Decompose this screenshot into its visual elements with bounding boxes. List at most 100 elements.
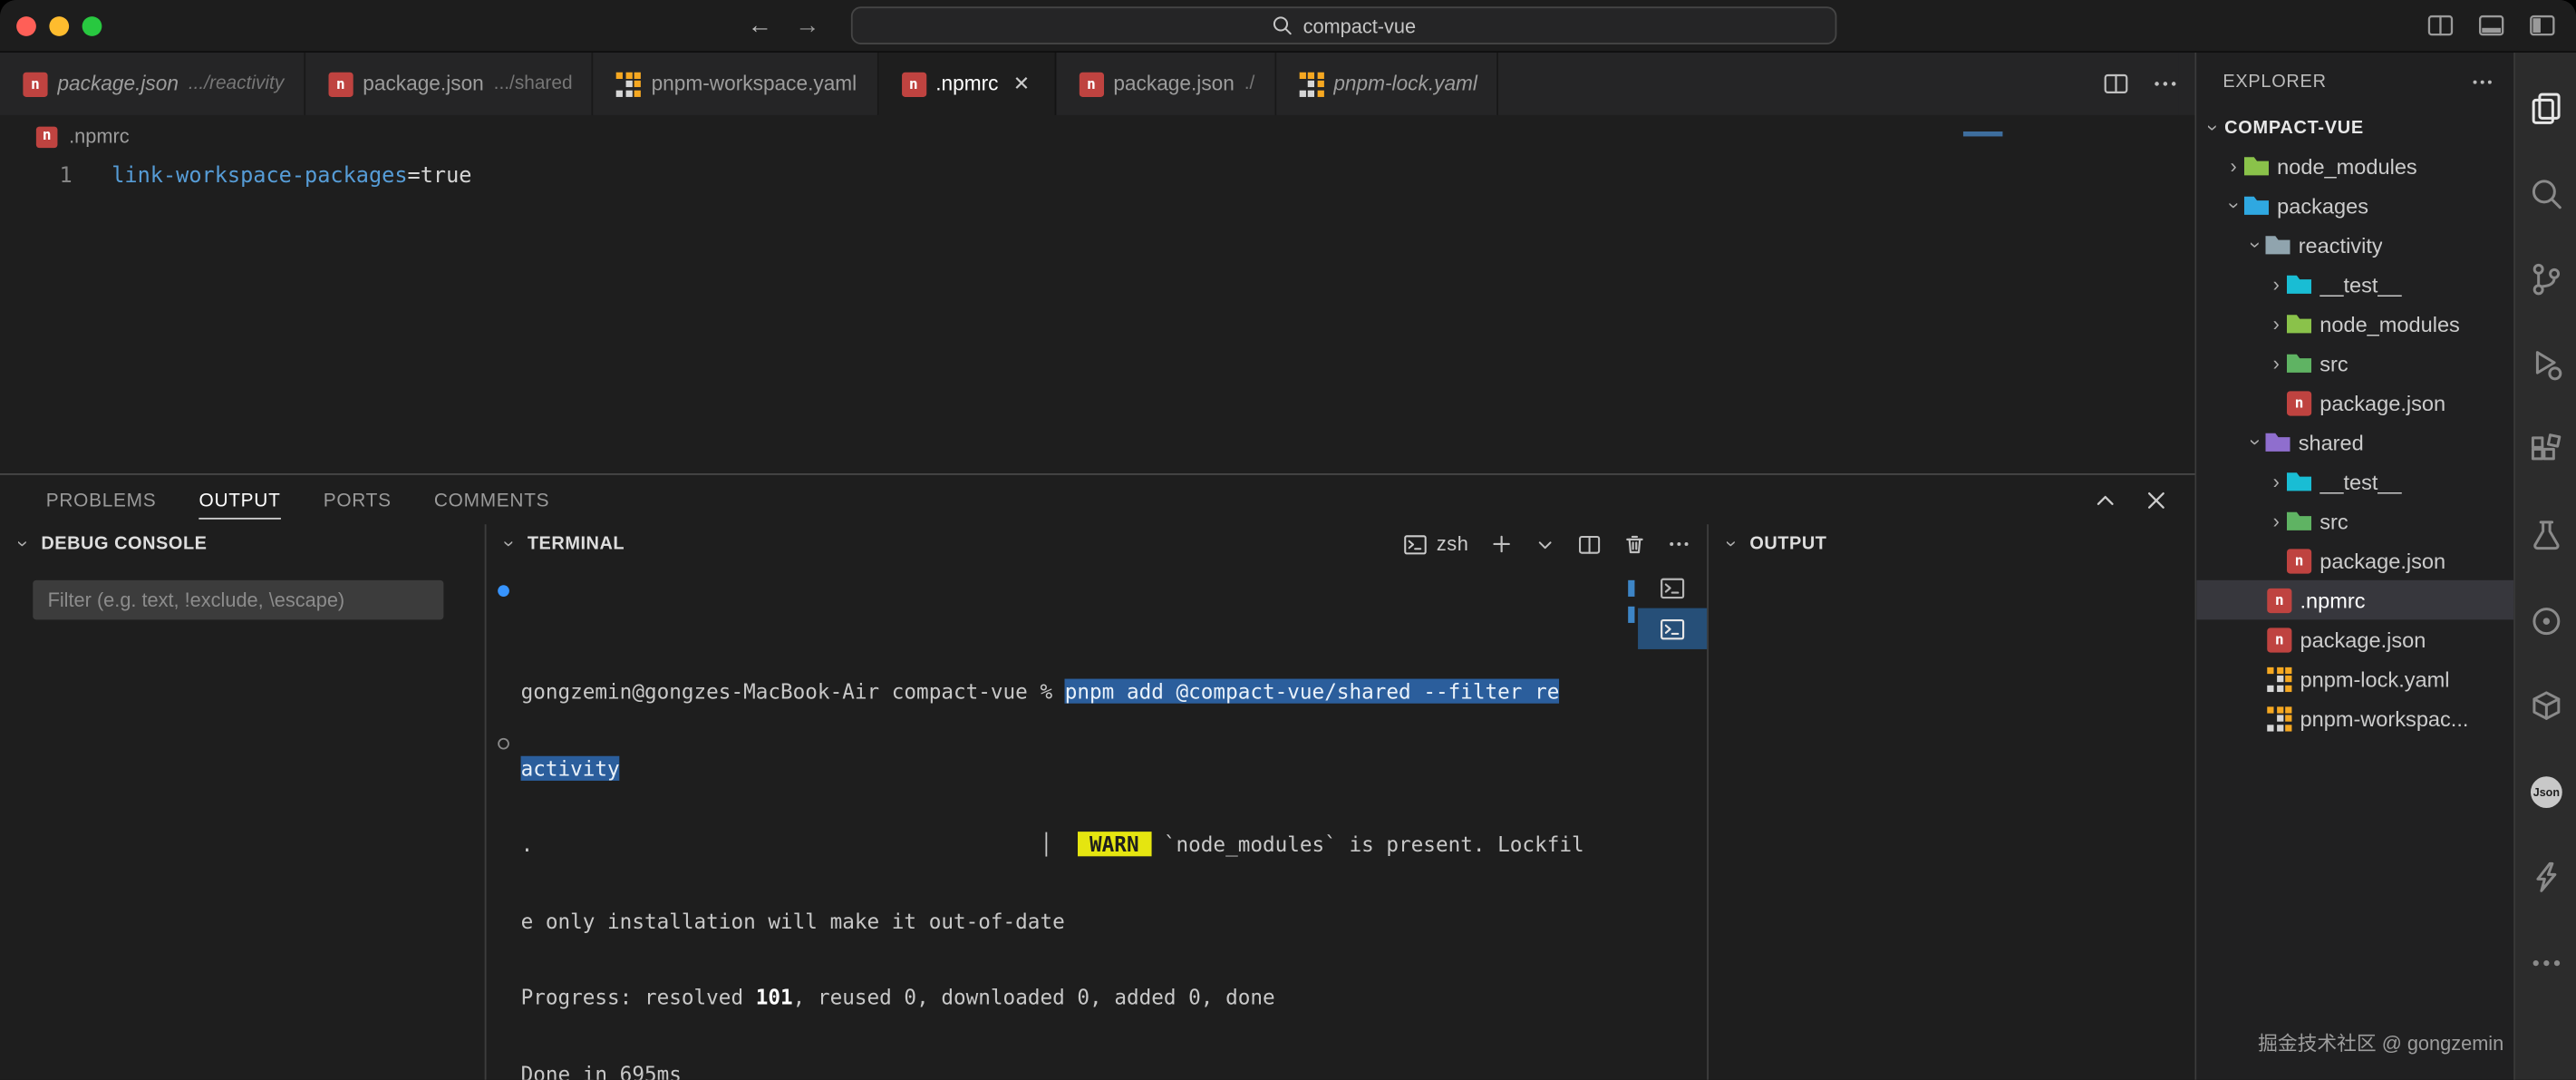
- watermark-credit: 掘金技术社区 @ gongzemin: [2258, 1029, 2503, 1057]
- terminal-tabs-list: [1638, 564, 1707, 1080]
- close-window-button[interactable]: [16, 15, 36, 35]
- terminal-output[interactable]: gongzemin@gongzes-MacBook-Air compact-vu…: [487, 564, 1625, 1080]
- sidebar-title: EXPLORER: [2223, 72, 2326, 92]
- debug-filter-input[interactable]: [33, 580, 443, 620]
- editor-tab[interactable]: pnpm-lock.yaml: [1276, 53, 1499, 115]
- split-editor-icon[interactable]: [2103, 71, 2129, 97]
- tree-item-label: src: [2319, 509, 2348, 533]
- file-or-folder-icon: [2287, 311, 2311, 336]
- tree-item-label: packages: [2277, 193, 2368, 218]
- tree-item-label: pnpm-lock.yaml: [2300, 666, 2450, 691]
- line-number: 1: [0, 164, 73, 189]
- ini-value-token: true: [421, 164, 472, 189]
- thunder-client-icon[interactable]: [2515, 835, 2576, 920]
- terminal-line: Done in 695ms: [521, 1061, 1625, 1080]
- panel-tab[interactable]: COMMENTS: [434, 481, 549, 519]
- editor-tab[interactable]: package.json ./: [1056, 53, 1276, 115]
- titlebar: ← → compact-vue: [0, 0, 2576, 53]
- layout-columns-icon[interactable]: [2426, 12, 2455, 40]
- file-or-folder-icon: [2265, 430, 2290, 454]
- editor-tab[interactable]: package.json .../shared: [305, 53, 594, 115]
- file-or-folder-icon: [2287, 351, 2311, 375]
- tree-item[interactable]: package.json: [2196, 383, 2513, 423]
- kill-terminal-trash-icon[interactable]: [1623, 532, 1646, 555]
- terminal-pane: TERMINAL zsh: [485, 524, 1708, 1080]
- remote-explorer-icon[interactable]: [2515, 579, 2576, 664]
- tree-item[interactable]: __test__: [2196, 265, 2513, 305]
- tree-item[interactable]: node_modules: [2196, 146, 2513, 186]
- tree-item-label: node_modules: [2319, 311, 2460, 336]
- output-header[interactable]: OUTPUT: [1709, 524, 2195, 564]
- editor-tab[interactable]: .npmrc: [878, 53, 1056, 115]
- toggle-panel-icon[interactable]: [2477, 12, 2505, 40]
- tree-item[interactable]: shared: [2196, 423, 2513, 462]
- json-extension-icon[interactable]: Json: [2515, 750, 2576, 835]
- terminal-instance-tab[interactable]: [1638, 567, 1707, 608]
- new-terminal-icon[interactable]: [1490, 532, 1513, 555]
- tree-item[interactable]: package.json: [2196, 540, 2513, 580]
- file-or-folder-icon: [2267, 705, 2291, 730]
- file-or-folder-icon: [2287, 469, 2311, 493]
- split-terminal-icon[interactable]: [1577, 531, 1602, 556]
- run-and-debug-icon[interactable]: [2515, 322, 2576, 407]
- maximize-window-button[interactable]: [82, 15, 102, 35]
- testing-beaker-icon[interactable]: [2515, 493, 2576, 579]
- explorer-more-actions-icon[interactable]: [2471, 70, 2494, 92]
- minimize-window-button[interactable]: [49, 15, 69, 35]
- tree-item[interactable]: pnpm-workspac...: [2196, 698, 2513, 738]
- terminal-line: gongzemin@gongzes-MacBook-Air compact-vu…: [521, 679, 1625, 705]
- workspace-section-header[interactable]: COMPACT-VUE: [2196, 110, 2513, 146]
- panel-tab[interactable]: PORTS: [324, 481, 392, 519]
- package-box-icon[interactable]: [2515, 664, 2576, 749]
- file-or-folder-icon: [2287, 509, 2311, 533]
- debug-console-header[interactable]: DEBUG CONSOLE: [0, 524, 485, 564]
- close-panel-icon[interactable]: [2144, 487, 2168, 511]
- activity-more-icon[interactable]: [2515, 920, 2576, 1006]
- file-or-folder-icon: [2267, 666, 2291, 691]
- tree-item-label: __test__: [2319, 469, 2401, 493]
- tree-item[interactable]: __test__: [2196, 462, 2513, 501]
- more-actions-icon[interactable]: [2152, 71, 2178, 97]
- tab-close-icon[interactable]: [1008, 71, 1034, 97]
- terminal-line: Progress: resolved 101, reused 0, downlo…: [521, 985, 1625, 1010]
- file-or-folder-icon: [2244, 193, 2269, 218]
- tree-chevron-icon: [2244, 431, 2266, 453]
- tree-item-label: reactivity: [2299, 232, 2383, 257]
- chevron-down-icon: [2203, 117, 2225, 140]
- navigate-forward-icon[interactable]: →: [795, 12, 819, 40]
- tree-item[interactable]: reactivity: [2196, 225, 2513, 265]
- toggle-sidebar-icon[interactable]: [2528, 12, 2556, 40]
- editor-tab[interactable]: pnpm-workspace.yaml: [594, 53, 878, 115]
- tree-item[interactable]: .npmrc: [2196, 580, 2513, 620]
- editor-content[interactable]: 1 link-workspace-packages=true: [0, 158, 2195, 473]
- warn-badge: WARN: [1077, 832, 1151, 856]
- terminal-header[interactable]: TERMINAL zsh: [487, 524, 1708, 564]
- tree-item[interactable]: src: [2196, 501, 2513, 541]
- shell-selector[interactable]: zsh: [1404, 531, 1469, 556]
- tree-item[interactable]: node_modules: [2196, 304, 2513, 344]
- editor-tab[interactable]: package.json .../reactivity: [0, 53, 305, 115]
- terminal-more-actions-icon[interactable]: [1668, 532, 1690, 555]
- tree-item[interactable]: src: [2196, 344, 2513, 384]
- terminal-icon: [1660, 574, 1686, 600]
- tree-item[interactable]: package.json: [2196, 619, 2513, 659]
- breadcrumb[interactable]: .npmrc: [0, 115, 2195, 158]
- terminal-overview-ruler: [1625, 564, 1639, 1080]
- file-or-folder-icon: [2287, 548, 2311, 572]
- file-icon: [901, 72, 925, 96]
- terminal-dropdown-icon[interactable]: [1535, 533, 1556, 555]
- maximize-panel-icon[interactable]: [2093, 487, 2117, 511]
- tree-item[interactable]: pnpm-lock.yaml: [2196, 659, 2513, 699]
- navigate-back-icon[interactable]: ←: [748, 12, 772, 40]
- terminal-instance-tab-active[interactable]: [1638, 608, 1707, 649]
- source-control-icon[interactable]: [2515, 237, 2576, 322]
- panel-tab[interactable]: PROBLEMS: [46, 481, 157, 519]
- search-icon[interactable]: [2515, 151, 2576, 237]
- tree-item[interactable]: packages: [2196, 186, 2513, 226]
- extensions-icon[interactable]: [2515, 408, 2576, 493]
- panel-tab[interactable]: OUTPUT: [199, 481, 281, 519]
- explorer-files-icon[interactable]: [2515, 66, 2576, 151]
- command-center-search[interactable]: compact-vue: [851, 6, 1837, 44]
- chevron-down-icon: [1722, 532, 1744, 555]
- terminal-line: e only installation will make it out-of-…: [521, 908, 1625, 933]
